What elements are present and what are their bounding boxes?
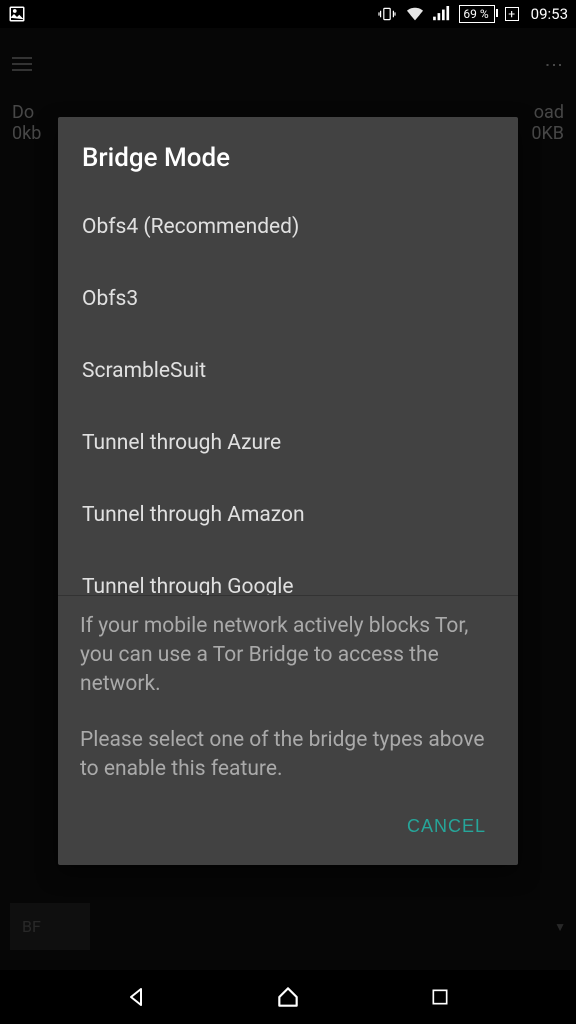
clock-time: 09:53 (531, 5, 568, 23)
bridge-mode-dialog: Bridge Mode Obfs4 (Recommended) Obfs3 Sc… (58, 117, 518, 866)
cancel-button[interactable]: CANCEL (395, 808, 498, 845)
dialog-description-2: Please select one of the bridge types ab… (58, 704, 518, 789)
battery-indicator: 69 % (459, 5, 494, 23)
navigation-bar (0, 970, 576, 1024)
bridge-options-list: Obfs4 (Recommended) Obfs3 ScrambleSuit T… (58, 191, 518, 595)
bridge-option-obfs4[interactable]: Obfs4 (Recommended) (58, 191, 518, 263)
bridge-option-google[interactable]: Tunnel through Google (58, 551, 518, 595)
bridge-option-azure[interactable]: Tunnel through Azure (58, 407, 518, 479)
plus-icon: + (505, 7, 519, 21)
picture-icon (8, 5, 26, 23)
signal-icon (433, 6, 451, 22)
recent-icon[interactable] (426, 983, 454, 1011)
vibrate-icon (377, 6, 397, 22)
home-icon[interactable] (274, 983, 302, 1011)
status-bar: 69 % + 09:53 (0, 0, 576, 28)
bridge-option-obfs3[interactable]: Obfs3 (58, 263, 518, 335)
back-icon[interactable] (122, 983, 150, 1011)
dialog-actions: CANCEL (58, 788, 518, 865)
dialog-description-1: If your mobile network actively blocks T… (58, 596, 518, 704)
bridge-option-scramblesuit[interactable]: ScrambleSuit (58, 335, 518, 407)
battery-percent: 69 % (463, 7, 488, 21)
bridge-option-amazon[interactable]: Tunnel through Amazon (58, 479, 518, 551)
wifi-icon (405, 6, 425, 22)
dialog-title: Bridge Mode (58, 117, 518, 191)
dialog-overlay: Bridge Mode Obfs4 (Recommended) Obfs3 Sc… (0, 28, 576, 970)
